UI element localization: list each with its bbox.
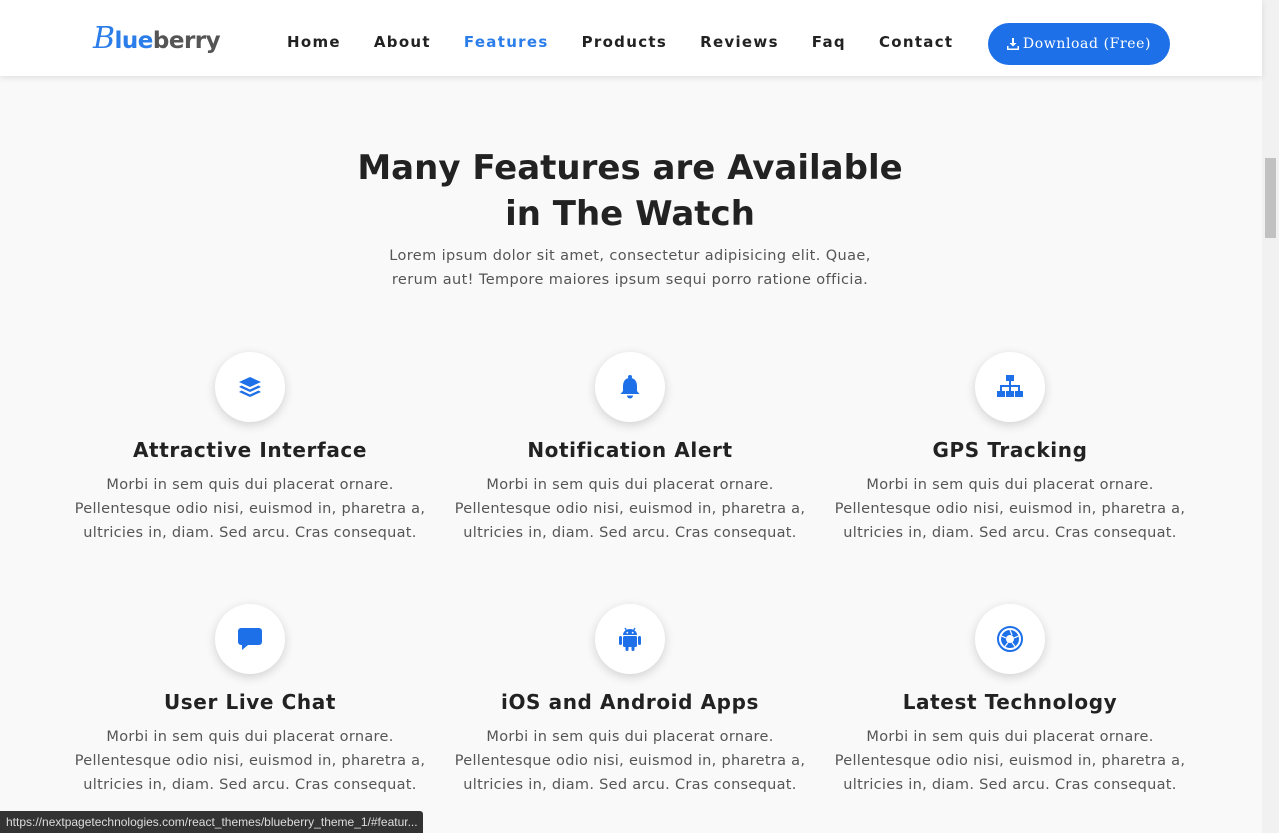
section-title-line2: in The Watch	[505, 194, 755, 234]
feature-icon-circle	[215, 352, 285, 422]
feature-icon-circle	[595, 604, 665, 674]
main-nav: Home About Features Products Reviews Faq…	[287, 33, 953, 51]
section-title-line1: Many Features are Available	[357, 148, 903, 188]
logo-rest: berry	[152, 28, 221, 54]
logo-mid: lue	[114, 28, 154, 54]
layers-icon	[239, 377, 261, 397]
feature-title: Attractive Interface	[132, 438, 368, 462]
feature-icon-circle	[215, 604, 285, 674]
feature-description: Morbi in sem quis dui placerat ornare. P…	[834, 477, 1186, 541]
scrollbar-thumb[interactable]	[1265, 158, 1276, 238]
nav-link-contact[interactable]: Contact	[879, 33, 953, 51]
feature-title: GPS Tracking	[932, 438, 1088, 462]
feature-title: User Live Chat	[163, 690, 337, 714]
feature-description: Morbi in sem quis dui placerat ornare. P…	[454, 477, 806, 541]
logo-initial: B	[93, 21, 115, 56]
feature-icon-circle	[975, 604, 1045, 674]
download-label: Download (Free)	[1022, 36, 1152, 52]
feature-icon-circle	[595, 352, 665, 422]
sitemap-icon	[997, 375, 1023, 397]
feature-title: Latest Technology	[902, 690, 1118, 714]
chat-icon	[238, 628, 262, 650]
feature-description: Morbi in sem quis dui placerat ornare. P…	[74, 729, 426, 793]
feature-title: iOS and Android Apps	[500, 690, 760, 714]
nav-link-faq[interactable]: Faq	[812, 33, 846, 51]
section-title: Many Features are Available in The Watch	[300, 145, 960, 237]
page-scrollbar[interactable]	[1262, 0, 1279, 833]
navbar: B lue berry Home About Features Products…	[0, 0, 1262, 76]
nav-link-reviews[interactable]: Reviews	[700, 33, 779, 51]
feature-description: Morbi in sem quis dui placerat ornare. P…	[74, 477, 426, 541]
bell-icon	[620, 375, 640, 399]
nav-link-products[interactable]: Products	[582, 33, 668, 51]
feature-icon-circle	[975, 352, 1045, 422]
browser-status-bar: https://nextpagetechnologies.com/react_t…	[0, 811, 423, 833]
aperture-icon	[997, 626, 1023, 652]
feature-description: Morbi in sem quis dui placerat ornare. P…	[834, 729, 1186, 793]
android-icon	[619, 627, 641, 651]
section-subtitle: Lorem ipsum dolor sit amet, consectetur …	[389, 248, 871, 288]
feature-title: Notification Alert	[527, 438, 733, 462]
download-icon	[1006, 38, 1019, 50]
feature-description: Morbi in sem quis dui placerat ornare. P…	[454, 729, 806, 793]
nav-link-home[interactable]: Home	[287, 33, 341, 51]
brand-logo[interactable]: B lue berry	[93, 20, 221, 56]
download-button[interactable]: Download (Free)	[988, 23, 1170, 65]
nav-link-about[interactable]: About	[374, 33, 431, 51]
nav-link-features[interactable]: Features	[464, 33, 549, 51]
